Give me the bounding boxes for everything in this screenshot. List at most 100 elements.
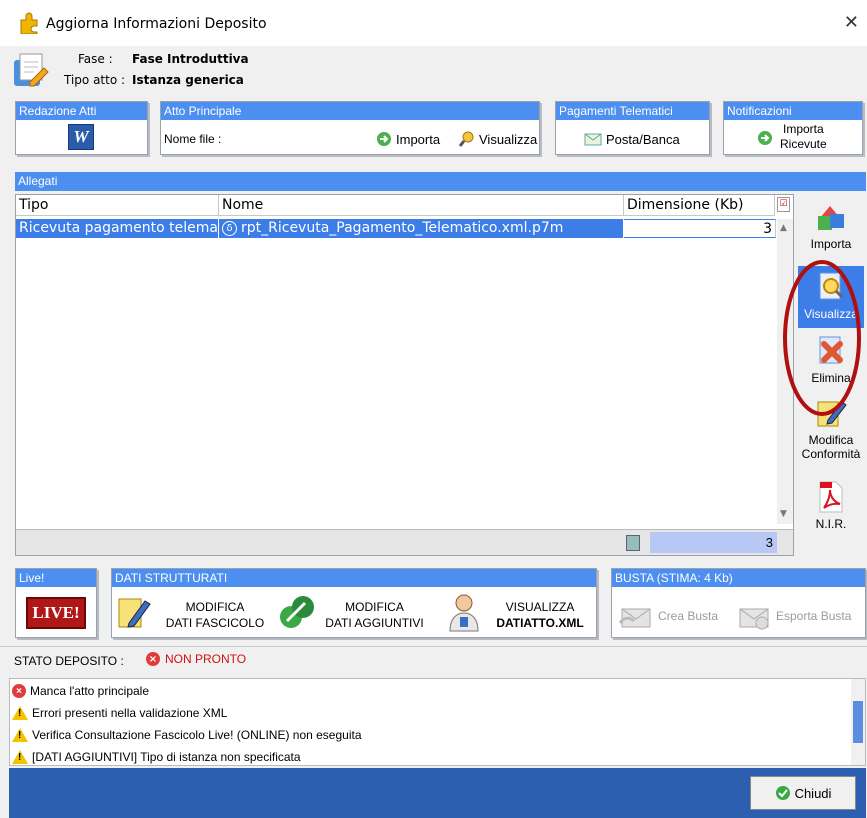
importa-ricevute-line2: Ricevute	[780, 137, 827, 151]
chiudi-label: Chiudi	[794, 785, 832, 801]
tipo-atto-label: Tipo atto :	[64, 73, 126, 87]
allegati-header: Allegati	[15, 172, 866, 191]
document-edit-icon	[14, 53, 49, 87]
panel-title: Pagamenti Telematici	[556, 102, 709, 120]
panel-title: Redazione Atti	[16, 102, 147, 120]
column-chooser-icon[interactable]: ☑	[777, 197, 790, 212]
envelope-create-icon	[618, 608, 651, 628]
window-title: Aggiorna Informazioni Deposito	[46, 16, 267, 32]
signed-file-icon: δ	[222, 221, 237, 236]
list-item: Verifica Consultazione Fascicolo Live! (…	[12, 724, 362, 746]
scroll-up-icon[interactable]: ▲	[780, 223, 787, 233]
nir-tool-label: N.I.R.	[815, 517, 847, 531]
message-text: Manca l'atto principale	[30, 684, 150, 698]
importa-ricevute-button[interactable]: Importa Ricevute	[780, 122, 827, 152]
nir-tool-button[interactable]: N.I.R.	[798, 480, 864, 531]
importa-label: Importa	[396, 131, 441, 147]
visualizza-datiatto-line1: VISUALIZZA	[505, 600, 575, 614]
visualizza-label: Visualizza	[479, 131, 538, 147]
visualizza-button[interactable]: Visualizza	[459, 131, 537, 147]
import-arrow-icon	[758, 131, 772, 145]
modifica-aggiuntivi-line1: MODIFICA	[345, 600, 404, 614]
table-footer: 3	[16, 529, 793, 555]
posta-banca-label: Posta/Banca	[606, 131, 680, 147]
modifica-tool-label-2: Conformità	[801, 447, 861, 461]
cell-dimensione: 3	[624, 219, 776, 238]
importa-ricevute-line1: Importa	[783, 122, 824, 136]
title-bar: Aggiorna Informazioni Deposito ✕	[0, 0, 867, 46]
allegati-table: Tipo Nome Dimensione (Kb) ☑ Ricevuta pag…	[15, 194, 794, 556]
nome-file-label: Nome file :	[164, 132, 222, 146]
esporta-busta-label: Esporta Busta	[776, 609, 852, 623]
cell-nome: δ rpt_Ricevuta_Pagamento_Telematico.xml.…	[219, 219, 624, 238]
column-header-nome[interactable]: Nome	[219, 195, 624, 216]
messages-scrollbar[interactable]	[851, 679, 865, 765]
cell-nome-text: rpt_Ricevuta_Pagamento_Telematico.xml.p7…	[241, 220, 564, 236]
close-icon[interactable]: ✕	[844, 12, 859, 33]
column-header-tipo[interactable]: Tipo	[16, 195, 219, 216]
esporta-busta-button[interactable]: Esporta Busta	[736, 601, 851, 631]
pdf-icon	[819, 481, 843, 513]
column-header-dimensione[interactable]: Dimensione (Kb)	[624, 195, 775, 216]
fase-value: Fase Introduttiva	[132, 52, 249, 66]
busta-panel: BUSTA (STIMA: 4 Kb) Crea Busta Esporta B…	[611, 568, 866, 638]
total-size: 3	[650, 532, 777, 553]
puzzle-link-icon	[280, 596, 314, 628]
list-item: × Manca l'atto principale	[12, 680, 149, 702]
modifica-fascicolo-line1: MODIFICA	[185, 600, 245, 614]
atto-principale-panel: Atto Principale Nome file : Importa Visu…	[160, 101, 540, 155]
word-icon[interactable]: W	[68, 124, 94, 150]
import-files-icon	[818, 206, 844, 230]
check-icon	[775, 786, 790, 800]
live-logo-button[interactable]: LIVE!	[26, 597, 86, 629]
stato-deposito-value: NON PRONTO	[165, 652, 247, 666]
visualizza-datiatto-line2: DATIATTO.XML	[496, 616, 584, 630]
panel-title: BUSTA (STIMA: 4 Kb)	[612, 569, 865, 587]
importa-button[interactable]: Importa	[376, 131, 440, 147]
import-arrow-icon	[377, 132, 391, 146]
modifica-tool-label-1: Modifica	[808, 433, 854, 447]
info-bar: Fase : Fase Introduttiva Tipo atto : Ist…	[0, 46, 867, 94]
scroll-thumb[interactable]	[853, 701, 863, 743]
list-item: Errori presenti nella validazione XML	[12, 702, 227, 724]
modifica-fascicolo-line2: DATI FASCICOLO	[165, 616, 265, 630]
error-icon: ×	[12, 684, 26, 698]
importa-tool-button[interactable]: Importa	[798, 200, 864, 251]
posta-banca-button[interactable]: Posta/Banca	[584, 131, 680, 147]
message-text: [DATI AGGIUNTIVI] Tipo di istanza non sp…	[32, 750, 301, 764]
user-icon	[449, 594, 479, 632]
calculator-icon	[626, 535, 640, 551]
panel-title: Live!	[16, 569, 96, 587]
puzzle-icon	[20, 12, 38, 34]
stato-deposito-bar: STATO DEPOSITO : × NON PRONTO	[0, 646, 867, 674]
panel-title: Atto Principale	[161, 102, 539, 120]
panel-title: DATI STRUTTURATI	[112, 569, 596, 587]
error-icon: ×	[146, 652, 160, 666]
cell-tipo: Ricevuta pagamento telema...	[16, 219, 219, 238]
tipo-atto-value: Istanza generica	[132, 73, 244, 87]
envelope-export-icon	[739, 608, 769, 630]
chiudi-button[interactable]: Chiudi	[750, 776, 856, 810]
crea-busta-button[interactable]: Crea Busta	[618, 601, 718, 631]
warning-icon	[12, 728, 28, 742]
envelope-icon	[584, 133, 602, 146]
notificazioni-panel: Notificazioni Importa Ricevute	[723, 101, 863, 155]
messages-list: × Manca l'atto principale Errori presenti…	[9, 678, 866, 766]
crea-busta-label: Crea Busta	[658, 609, 719, 623]
highlight-ellipse	[783, 260, 861, 416]
visualizza-datiatto-button[interactable]: VISUALIZZA DATIATTO.XML	[447, 591, 595, 635]
message-text: Verifica Consultazione Fascicolo Live! (…	[32, 728, 362, 742]
redazione-atti-panel: Redazione Atti W	[15, 101, 148, 155]
live-panel: Live! LIVE!	[15, 568, 97, 638]
warning-icon	[12, 750, 28, 764]
modifica-dati-aggiuntivi-button[interactable]: MODIFICA DATI AGGIUNTIVI	[277, 591, 432, 635]
fase-label: Fase :	[78, 52, 113, 66]
magnifier-icon	[459, 131, 474, 147]
stato-deposito-status: × NON PRONTO	[146, 652, 246, 666]
importa-tool-label: Importa	[810, 237, 852, 251]
warning-icon	[12, 706, 28, 720]
scroll-down-icon[interactable]: ▼	[780, 509, 787, 519]
panel-title: Notificazioni	[724, 102, 862, 120]
modifica-dati-fascicolo-button[interactable]: MODIFICA DATI FASCICOLO	[117, 591, 267, 635]
edit-document-icon	[118, 598, 151, 628]
